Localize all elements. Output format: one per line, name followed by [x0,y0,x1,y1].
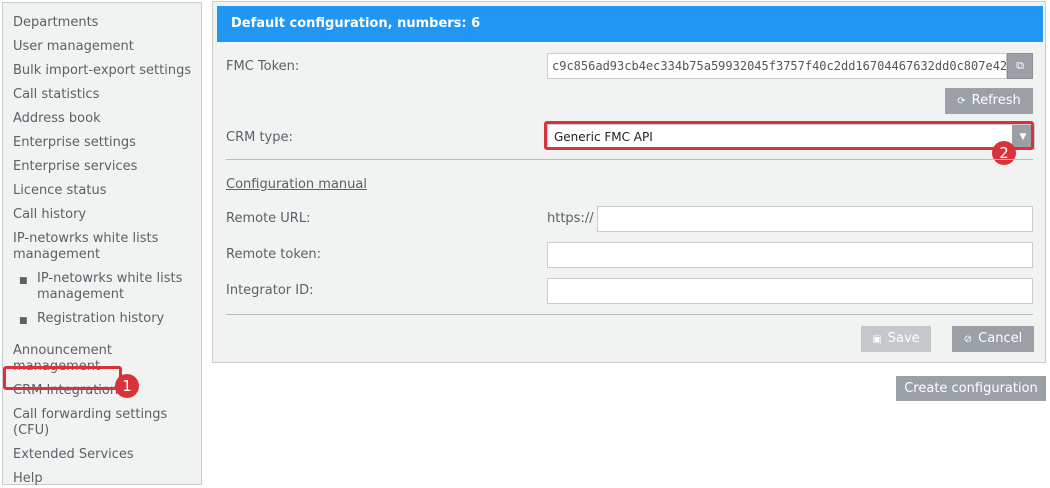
sidebar-item-crm-integration[interactable]: CRM Integration [13,379,193,403]
sidebar-item-departments[interactable]: Departments [13,11,193,35]
sidebar-item-label: Licence status [13,183,107,198]
chevron-down-icon[interactable]: ▼ [1012,125,1034,149]
remote-token-input[interactable] [547,242,1033,268]
crm-type-select[interactable]: Generic FMC API ▼ [547,124,1035,150]
cancel-icon: ⊘ [963,334,973,345]
remote-url-input[interactable] [597,206,1033,232]
sidebar-item-call-forwarding[interactable]: Call forwarding settings (CFU) [13,403,193,443]
cancel-label: Cancel [978,331,1023,346]
sidebar-item-call-history[interactable]: Call history [13,203,193,227]
create-configuration-button[interactable]: Create configuration [896,376,1046,401]
sidebar-item-announcement[interactable]: Announcement management [13,339,193,379]
sidebar-item-label: Address book [13,111,101,126]
sidebar-item-ip-networks[interactable]: IP-netowrks white lists management [13,227,193,267]
remote-url-prefix: https:// [547,211,594,226]
configuration-panel: Default configuration, numbers: 6 FMC To… [212,1,1046,363]
refresh-label: Refresh [971,93,1021,108]
sidebar-item-enterprise-settings[interactable]: Enterprise settings [13,131,193,155]
sidebar-item-label: CRM Integration [13,383,119,398]
sidebar-item-call-statistics[interactable]: Call statistics [13,83,193,107]
sidebar-item-address-book[interactable]: Address book [13,107,193,131]
sidebar-item-licence-status[interactable]: Licence status [13,179,193,203]
sidebar-item-label: Enterprise settings [13,135,136,150]
sidebar-item-label: IP-netowrks white lists management [13,231,159,262]
sidebar-item-enterprise-services[interactable]: Enterprise services [13,155,193,179]
sidebar-submenu: ■ IP-netowrks white lists management ■ Reg… [13,269,193,335]
sidebar-subitem-ip-networks[interactable]: ■ IP-netowrks white lists management [19,269,193,309]
crm-type-value: Generic FMC API [554,130,653,144]
step-marker-2: 2 [992,141,1016,165]
save-icon: ▣ [872,334,882,345]
sidebar-item-label: Announcement management [13,343,112,374]
refresh-button[interactable]: ⟳ Refresh [945,88,1033,114]
divider [226,314,1033,315]
sidebar-item-help[interactable]: Help [13,467,193,488]
configuration-manual-link[interactable]: Configuration manual [226,177,367,192]
panel-header: Default configuration, numbers: 6 [217,6,1043,42]
sidebar-item-label: Call statistics [13,87,100,102]
sidebar-item-label: Bulk import-export settings [13,63,192,78]
sidebar: Departments User management Bulk import-… [2,2,202,488]
remote-url-label: Remote URL: [226,211,311,226]
sidebar-item-label: Extended Services [13,447,134,462]
sidebar-subitem-label: Registration history [37,311,165,326]
refresh-icon: ⟳ [957,96,966,107]
sidebar-item-label: Call forwarding settings (CFU) [13,407,168,438]
bullet-icon: ■ [19,276,28,286]
sidebar-item-label: User management [13,39,134,54]
save-label: Save [887,331,920,346]
sidebar-item-bulk-import-export[interactable]: Bulk import-export settings [13,59,193,83]
sidebar-item-label: Departments [13,15,99,30]
fmc-token-label: FMC Token: [226,59,300,74]
sidebar-item-label: Enterprise services [13,159,138,174]
divider [226,159,1033,160]
sidebar-subitem-registration-history[interactable]: ■ Registration history [19,309,193,335]
copy-icon: ⧉ [1016,59,1024,72]
sidebar-subitem-label: IP-netowrks white lists management [37,271,183,302]
sidebar-item-label: Help [13,471,43,486]
copy-token-button[interactable]: ⧉ [1007,53,1033,79]
crm-type-label: CRM type: [226,130,293,145]
step-marker-1: 1 [115,374,139,398]
remote-token-label: Remote token: [226,247,322,262]
save-button[interactable]: ▣ Save [861,326,931,352]
sidebar-item-user-management[interactable]: User management [13,35,193,59]
integrator-id-input[interactable] [547,278,1033,304]
sidebar-item-label: Call history [13,207,87,222]
cancel-button[interactable]: ⊘ Cancel [952,326,1034,352]
bullet-icon: ■ [19,316,28,326]
fmc-token-field[interactable]: c9c856ad93cb4ec334b75a59932045f3757f40c2… [547,53,1007,79]
sidebar-item-extended-services[interactable]: Extended Services [13,443,193,467]
integrator-id-label: Integrator ID: [226,283,314,298]
